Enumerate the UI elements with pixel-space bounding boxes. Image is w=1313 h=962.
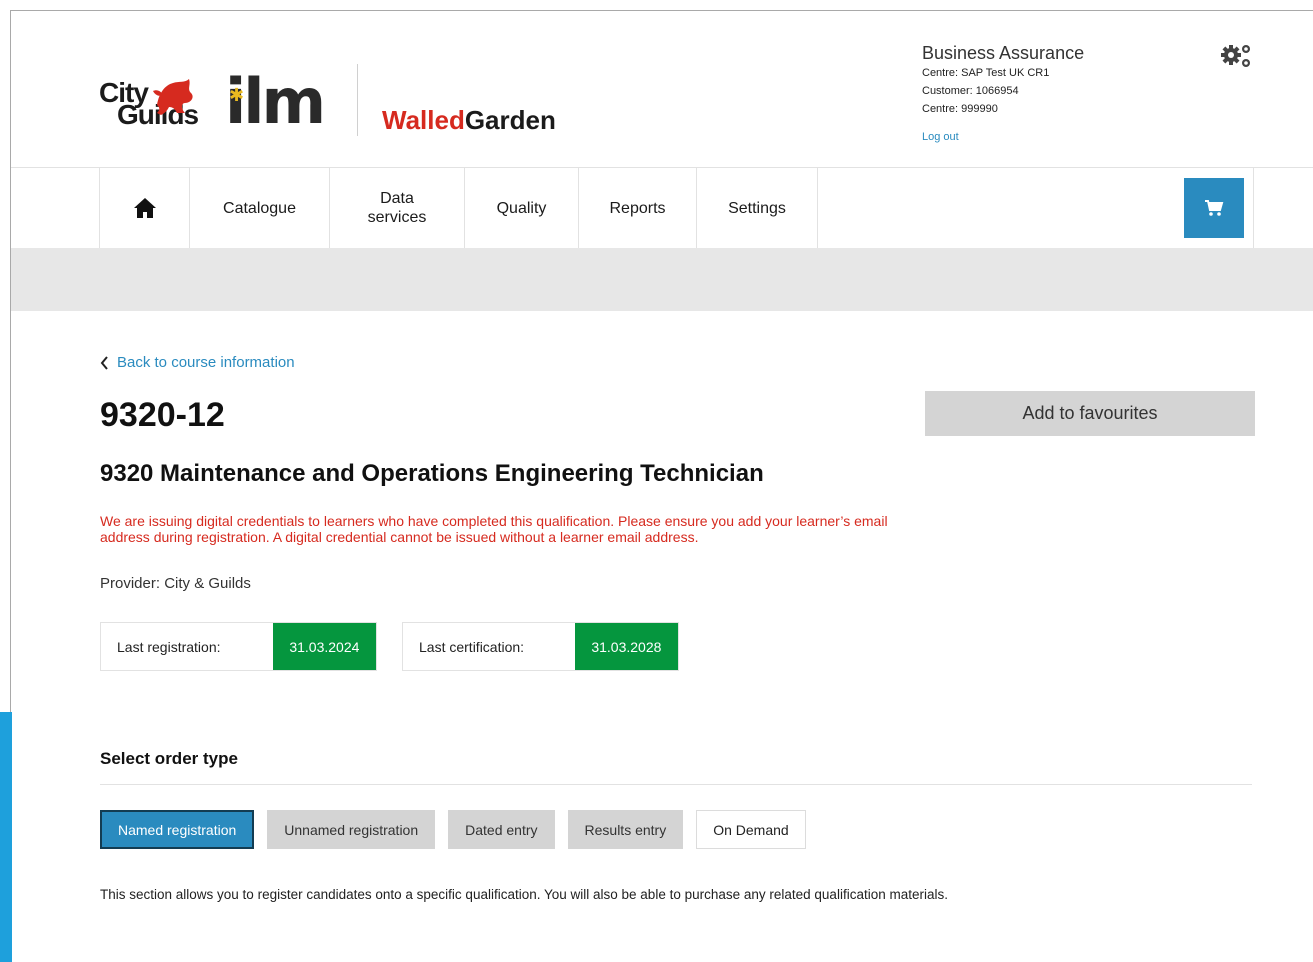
tab-dated-entry[interactable]: Dated entry bbox=[448, 810, 555, 849]
provider-text: Provider: City & Guilds bbox=[100, 575, 251, 592]
decorative-edge bbox=[0, 712, 12, 962]
site-header: City Guilds ✱ ilm WalledGarden Business … bbox=[11, 11, 1313, 168]
nav-data-services-line1: Data bbox=[380, 190, 414, 207]
nav-data-services-line2: services bbox=[367, 209, 427, 226]
order-type-description: This section allows you to register cand… bbox=[100, 887, 948, 902]
last-certification-box: Last certification: 31.03.2028 bbox=[402, 622, 679, 671]
page-frame: City Guilds ✱ ilm WalledGarden Business … bbox=[10, 10, 1313, 962]
nav-quality[interactable]: Quality bbox=[465, 168, 579, 248]
gears-icon[interactable] bbox=[1219, 40, 1255, 70]
nav-home[interactable] bbox=[100, 168, 190, 248]
tab-on-demand[interactable]: On Demand bbox=[696, 810, 806, 849]
banner-strip bbox=[11, 248, 1313, 311]
order-type-tabs: Named registration Unnamed registration … bbox=[100, 810, 806, 849]
last-registration-box: Last registration: 31.03.2024 bbox=[100, 622, 377, 671]
main-nav: Catalogue Data services Quality Reports S… bbox=[11, 168, 1313, 248]
nav-catalogue[interactable]: Catalogue bbox=[190, 168, 330, 248]
centre-name: Centre: SAP Test UK CR1 bbox=[922, 67, 1050, 79]
tab-named-registration[interactable]: Named registration bbox=[100, 810, 255, 849]
nav-data-services[interactable]: Data services bbox=[330, 168, 465, 248]
ilm-logo[interactable]: ✱ ilm bbox=[225, 71, 326, 133]
divider bbox=[100, 784, 1252, 785]
add-to-favourites-button[interactable]: Add to favourites bbox=[925, 391, 1255, 436]
account-panel: Business Assurance Centre: SAP Test UK C… bbox=[922, 42, 1182, 146]
back-link[interactable]: Back to course information bbox=[100, 354, 295, 371]
tab-results-entry[interactable]: Results entry bbox=[567, 810, 684, 849]
logout-link[interactable]: Log out bbox=[922, 128, 959, 146]
star-icon: ✱ bbox=[229, 85, 245, 106]
home-icon bbox=[133, 198, 156, 218]
nav-reports[interactable]: Reports bbox=[579, 168, 697, 248]
back-link-label: Back to course information bbox=[117, 354, 295, 371]
order-type-heading: Select order type bbox=[100, 749, 238, 768]
cart-button[interactable] bbox=[1184, 178, 1244, 238]
qualification-title: 9320 Maintenance and Operations Engineer… bbox=[100, 460, 764, 487]
logo-divider bbox=[357, 64, 358, 136]
last-registration-date: 31.03.2024 bbox=[273, 623, 376, 670]
nav-settings[interactable]: Settings bbox=[697, 168, 818, 248]
credential-notice: We are issuing digital credentials to le… bbox=[100, 513, 888, 545]
tab-unnamed-registration[interactable]: Unnamed registration bbox=[267, 810, 436, 849]
cart-icon bbox=[1205, 200, 1224, 216]
chevron-left-icon bbox=[100, 355, 108, 370]
customer-number: Customer: 1066954 bbox=[922, 85, 1019, 97]
lion-icon bbox=[153, 79, 193, 115]
cart-cell bbox=[1174, 168, 1254, 248]
walled-garden-brand: WalledGarden bbox=[382, 106, 556, 134]
city-guilds-logo[interactable]: City Guilds bbox=[99, 79, 207, 137]
brand-garden: Garden bbox=[464, 105, 556, 135]
centre-code: Centre: 999990 bbox=[922, 103, 998, 115]
last-certification-label: Last certification: bbox=[403, 623, 576, 670]
last-registration-label: Last registration: bbox=[101, 623, 274, 670]
brand-walled: Walled bbox=[382, 105, 465, 135]
last-certification-date: 31.03.2028 bbox=[575, 623, 678, 670]
qualification-code: 9320-12 bbox=[100, 396, 225, 434]
account-title: Business Assurance bbox=[922, 43, 1085, 63]
